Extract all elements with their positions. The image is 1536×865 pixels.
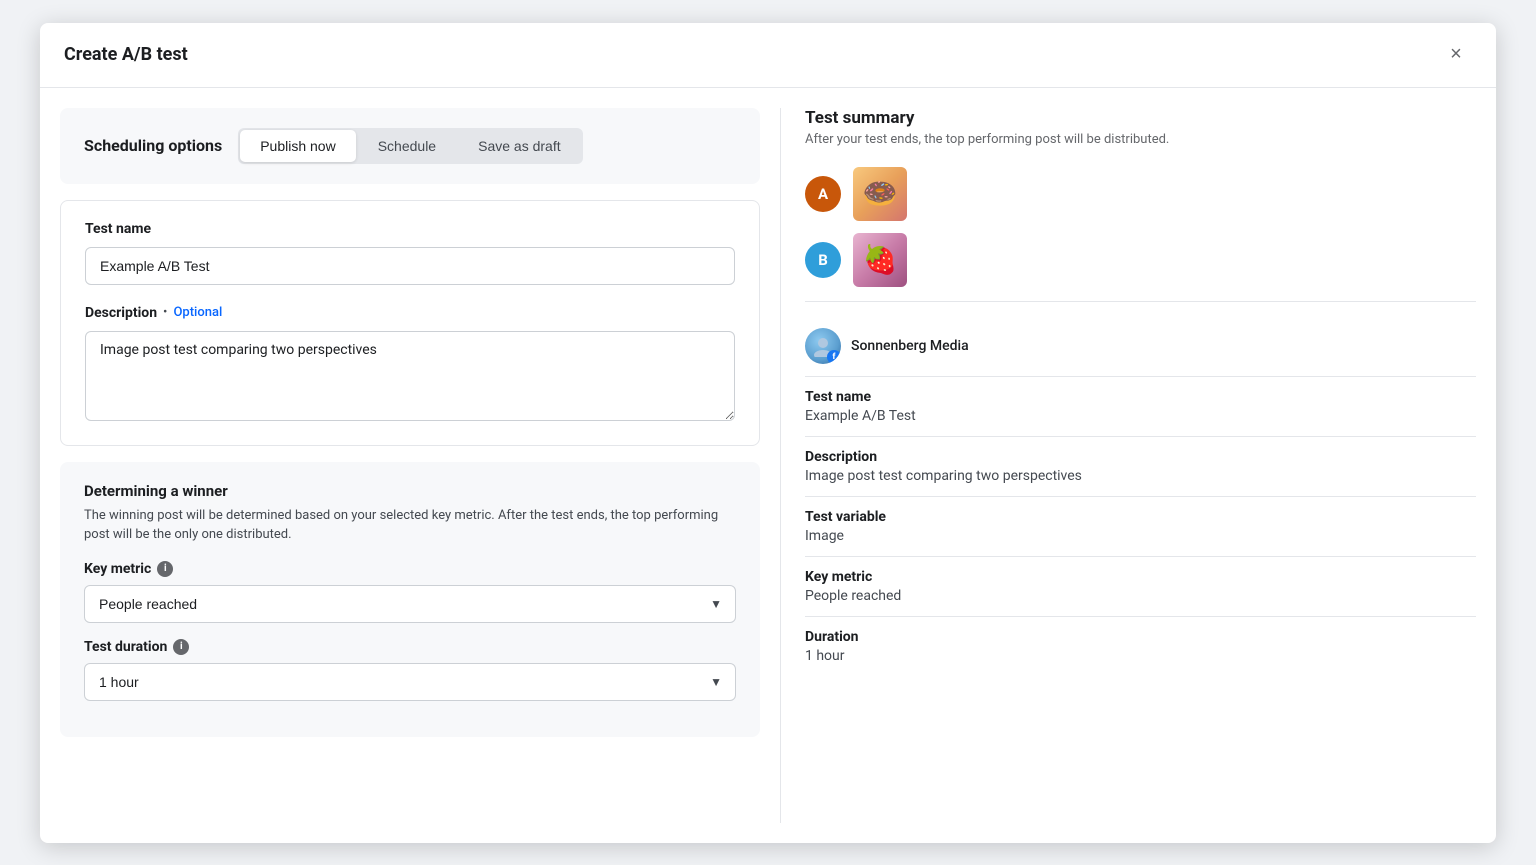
modal-body: Scheduling options Publish now Schedule … <box>40 88 1496 843</box>
description-label-row: Description • Optional <box>85 305 735 321</box>
scheduling-buttons: Publish now Schedule Save as draft <box>238 128 582 164</box>
scheduling-label: Scheduling options <box>84 136 222 155</box>
description-input[interactable]: Image post test comparing two perspectiv… <box>85 331 735 421</box>
key-metric-label-row: Key metric i <box>84 561 736 577</box>
key-metric-label: Key metric <box>84 561 151 577</box>
divider-after-variants <box>805 301 1476 302</box>
summary-test-variable-label: Test variable <box>805 509 1476 525</box>
key-metric-info-icon[interactable]: i <box>157 561 173 577</box>
test-name-label: Test name <box>85 221 735 237</box>
key-metric-select-wrapper: People reached Link clicks Reactions ▼ <box>84 585 736 623</box>
summary-test-name-label: Test name <box>805 389 1476 405</box>
optional-label: Optional <box>173 305 222 320</box>
summary-title: Test summary <box>805 108 1476 128</box>
save-as-draft-button[interactable]: Save as draft <box>458 130 581 162</box>
page-row: f Sonnenberg Media <box>805 316 1476 377</box>
dot-separator: • <box>163 305 167 320</box>
scheduling-card: Scheduling options Publish now Schedule … <box>60 108 760 184</box>
summary-key-metric-row: Key metric People reached <box>805 557 1476 617</box>
variant-a-thumb: 🍩 <box>853 167 907 221</box>
summary-duration-row: Duration 1 hour <box>805 617 1476 676</box>
test-duration-label: Test duration <box>84 639 167 655</box>
summary-description-value: Image post test comparing two perspectiv… <box>805 468 1476 484</box>
scheduling-header: Scheduling options Publish now Schedule … <box>84 128 736 164</box>
modal-header: Create A/B test × <box>40 23 1496 88</box>
variant-b-image: 🍓 <box>853 233 907 287</box>
left-panel: Scheduling options Publish now Schedule … <box>60 108 780 823</box>
variant-b-row: B 🍓 <box>805 233 1476 287</box>
test-duration-info-icon[interactable]: i <box>173 639 189 655</box>
test-name-input[interactable] <box>85 247 735 285</box>
variant-b-thumb: 🍓 <box>853 233 907 287</box>
schedule-button[interactable]: Schedule <box>358 130 456 162</box>
winner-title: Determining a winner <box>84 482 736 500</box>
variant-b-badge: B <box>805 242 841 278</box>
page-name: Sonnenberg Media <box>851 338 969 354</box>
summary-subtitle: After your test ends, the top performing… <box>805 132 1476 147</box>
test-name-card: Test name Description • Optional Image p… <box>60 200 760 446</box>
right-panel: Test summary After your test ends, the t… <box>780 108 1476 823</box>
create-ab-test-modal: Create A/B test × Scheduling options Pub… <box>40 23 1496 843</box>
test-duration-select[interactable]: 1 hour 4 hours 8 hours 24 hours <box>84 663 736 701</box>
summary-key-metric-value: People reached <box>805 588 1476 604</box>
description-label: Description <box>85 305 157 321</box>
variant-a-image: 🍩 <box>853 167 907 221</box>
close-button[interactable]: × <box>1440 39 1472 71</box>
test-duration-select-wrapper: 1 hour 4 hours 8 hours 24 hours ▼ <box>84 663 736 701</box>
summary-description-label: Description <box>805 449 1476 465</box>
summary-test-name-value: Example A/B Test <box>805 408 1476 424</box>
summary-duration-label: Duration <box>805 629 1476 645</box>
summary-test-name-row: Test name Example A/B Test <box>805 377 1476 437</box>
key-metric-select[interactable]: People reached Link clicks Reactions <box>84 585 736 623</box>
variant-a-row: A 🍩 <box>805 167 1476 221</box>
summary-test-variable-row: Test variable Image <box>805 497 1476 557</box>
facebook-badge-icon: f <box>827 350 841 364</box>
modal-title: Create A/B test <box>64 44 188 65</box>
summary-key-metric-label: Key metric <box>805 569 1476 585</box>
summary-duration-value: 1 hour <box>805 648 1476 664</box>
page-avatar: f <box>805 328 841 364</box>
summary-test-variable-value: Image <box>805 528 1476 544</box>
winner-desc: The winning post will be determined base… <box>84 506 736 545</box>
variant-a-badge: A <box>805 176 841 212</box>
winner-card: Determining a winner The winning post wi… <box>60 462 760 737</box>
summary-description-row: Description Image post test comparing tw… <box>805 437 1476 497</box>
test-duration-label-row: Test duration i <box>84 639 736 655</box>
publish-now-button[interactable]: Publish now <box>240 130 356 162</box>
